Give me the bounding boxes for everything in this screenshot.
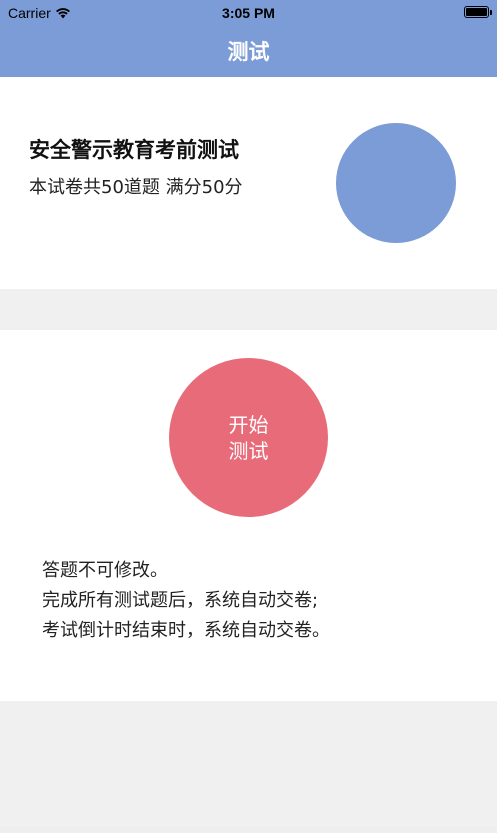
header: Carrier 3:05 PM 测试 (0, 0, 497, 77)
rule-item: 答题不可修改。 (42, 560, 168, 581)
rules-text: 答题不可修改。 完成所有测试题后，系统自动交卷; 考试倒计时结束时，系统自动交卷… (42, 556, 330, 646)
start-button-line2: 测试 (228, 438, 269, 463)
rule-item: 考试倒计时结束时，系统自动交卷。 (42, 620, 330, 641)
page-title: 测试 (227, 40, 270, 64)
start-button-line1: 开始 (228, 412, 269, 437)
exam-title: 安全警示教育考前测试 (29, 138, 239, 162)
rule-item: 完成所有测试题后，系统自动交卷; (42, 590, 319, 611)
exam-info-card: 安全警示教育考前测试 本试卷共50道题 满分50分 (0, 77, 497, 289)
home-indicator (0, 827, 497, 833)
exam-subtitle: 本试卷共50道题 满分50分 (29, 177, 243, 198)
start-test-button[interactable]: 开始 测试 (169, 358, 328, 517)
decorative-circle (336, 123, 456, 243)
start-card: 开始 测试 答题不可修改。 完成所有测试题后，系统自动交卷; 考试倒计时结束时，… (0, 330, 497, 701)
status-time: 3:05 PM (222, 5, 275, 21)
battery-icon (464, 6, 492, 18)
status-bar: Carrier 3:05 PM (0, 0, 497, 26)
